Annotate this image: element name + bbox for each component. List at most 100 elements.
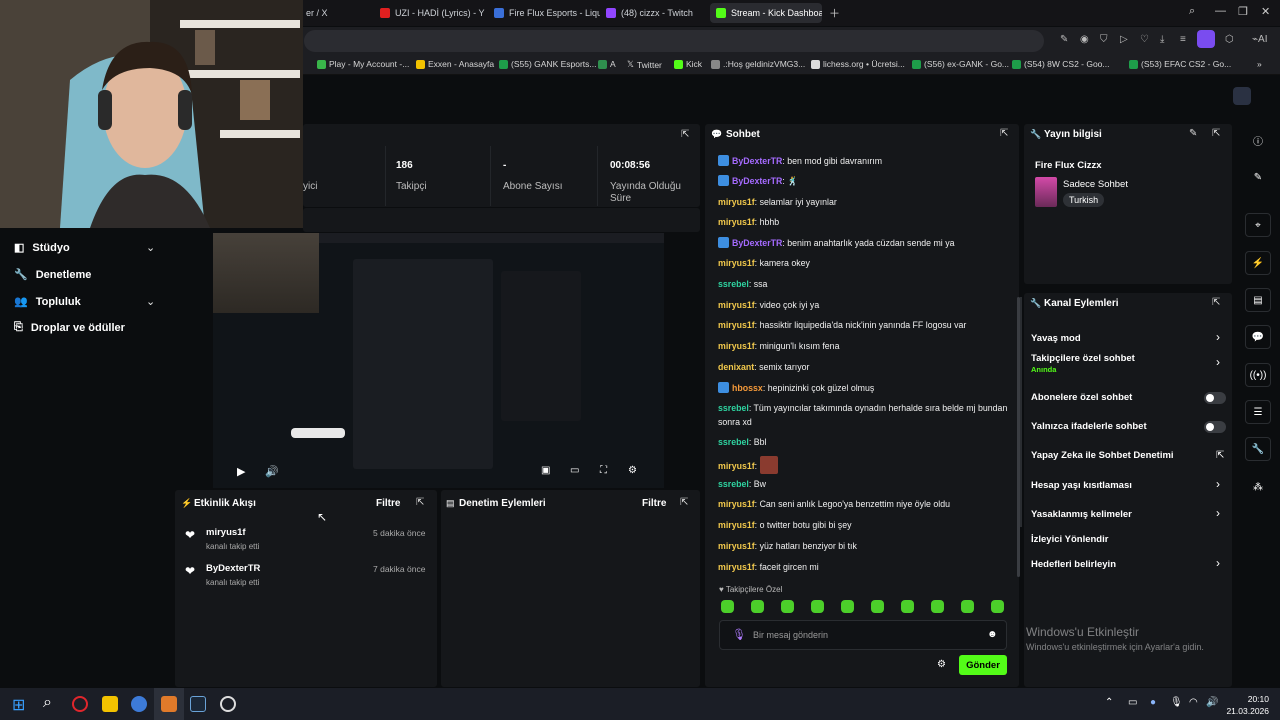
camera-icon[interactable]: ◉ (1080, 34, 1089, 45)
menu-icon[interactable]: ≡ (1180, 34, 1186, 45)
chat-message[interactable]: ByDexterTR: ben mod gibi davranırım (718, 154, 1013, 168)
play-icon[interactable]: ▶ (237, 465, 245, 478)
wifi-icon[interactable]: ◠ (1189, 697, 1198, 708)
profile-icon[interactable] (1197, 30, 1215, 48)
chat-message[interactable]: hbossx: hepinizinki çok güzel olmuş (718, 381, 1013, 395)
chevron-right-icon[interactable]: › (1216, 355, 1220, 369)
chat-input-placeholder[interactable]: Bir mesaj gönderin (753, 630, 828, 640)
chevron-up-icon[interactable]: ⌃ (1105, 697, 1113, 708)
bookmark[interactable]: lichess.org • Ücretsi... (811, 59, 905, 69)
channel-action-label[interactable]: Takipçilere özel sohbet (1031, 353, 1135, 364)
chat-username[interactable]: miryus1f (718, 300, 755, 310)
chat-message[interactable]: miryus1f: minigun'lı kısım fena (718, 339, 1013, 353)
speaker-icon[interactable]: 🔊 (1206, 697, 1218, 708)
edit-icon[interactable]: ✎ (1060, 34, 1068, 45)
chevron-right-icon[interactable]: › (1216, 506, 1220, 520)
volume-icon[interactable]: 🔊 (265, 465, 279, 478)
chevron-right-icon[interactable]: › (1216, 556, 1220, 570)
chat-username[interactable]: miryus1f (718, 217, 755, 227)
emote-button[interactable] (901, 600, 914, 613)
emote-button[interactable] (751, 600, 764, 613)
bookmark[interactable]: Exxen - Anasayfa (416, 59, 494, 69)
event-user[interactable]: ByDexterTR (206, 563, 260, 574)
chat-message[interactable]: denixant: semix tarıyor (718, 360, 1013, 374)
microphone-icon[interactable]: 🎙 (1170, 697, 1183, 708)
chat-username[interactable]: denixant (718, 362, 754, 372)
broadcast-icon[interactable]: ((•)) (1245, 363, 1271, 387)
chat-username[interactable]: ssrebel (718, 279, 749, 289)
channel-action-label[interactable]: Yasaklanmış kelimeler (1031, 509, 1132, 520)
layers-icon[interactable]: ☰ (1245, 400, 1271, 424)
chat-username[interactable]: miryus1f (718, 341, 755, 351)
settings-icon[interactable]: ⚙ (628, 465, 637, 476)
chat-message[interactable]: miryus1f: Can seni anlık Legoo'ya benzet… (718, 497, 1013, 511)
url-field[interactable] (304, 30, 1044, 52)
chat-username[interactable]: ssrebel (718, 479, 749, 489)
bookmark[interactable]: A (598, 59, 616, 69)
chat-message[interactable]: miryus1f: o twitter botu gibi bi şey (718, 518, 1013, 532)
chat-settings-icon[interactable]: ⚙ (937, 659, 946, 670)
chat-message[interactable]: ssrebel: Bbl (718, 435, 1013, 449)
toggle-switch[interactable] (1204, 392, 1226, 404)
expand-icon[interactable]: ⇱ (681, 129, 689, 140)
browser-tab[interactable]: (48) cizzx - Twitch (600, 3, 710, 23)
search-tabs-icon[interactable]: ⌕ (1189, 5, 1195, 18)
chat-username[interactable]: ssrebel (718, 403, 749, 413)
chat-username[interactable]: miryus1f (718, 541, 755, 551)
channel-action-label[interactable]: Hedefleri belirleyin (1031, 559, 1116, 570)
sidebar-item-community[interactable]: 👥 Topluluk (14, 295, 81, 309)
chat-username[interactable]: ByDexterTR (732, 238, 782, 248)
clock-time[interactable]: 20:10 (1229, 694, 1269, 704)
ai-icon[interactable]: ⌁AI (1252, 34, 1267, 45)
browser-tab[interactable]: Fire Flux Esports - Liquipe (488, 3, 600, 23)
edit-icon[interactable]: ✎ (1189, 128, 1197, 139)
bookmark[interactable]: (S54) 8W CS2 - Goo... (1012, 59, 1110, 69)
filter-button[interactable]: Filtre (642, 498, 666, 509)
pencil-icon[interactable]: ✎ (1245, 165, 1271, 189)
clock-date[interactable]: 21.03.2026 (1225, 706, 1269, 716)
close-icon[interactable]: ✕ (1261, 5, 1270, 18)
steam-icon[interactable] (190, 696, 206, 712)
target-icon[interactable]: ⌖ (1245, 213, 1271, 237)
maximize-icon[interactable]: ❐ (1238, 5, 1248, 18)
heart-icon[interactable]: ♡ (1140, 34, 1149, 45)
bookmark[interactable]: Kick (674, 59, 702, 69)
channel-action-label[interactable]: Yapay Zeka ile Sohbet Denetimi (1031, 450, 1174, 461)
emote-button[interactable] (871, 600, 884, 613)
emote-button[interactable] (781, 600, 794, 613)
emote-button[interactable] (931, 600, 944, 613)
chat-message[interactable]: ByDexterTR: 🕺 (718, 174, 1013, 188)
obs-icon[interactable] (220, 696, 236, 712)
chat-message[interactable]: ssrebel: Tüm yayıncılar takımında oynadı… (718, 401, 1013, 429)
external-link-icon[interactable]: ⇱ (1216, 450, 1224, 461)
search-icon[interactable]: ⌕ (43, 694, 52, 712)
extensions-icon[interactable]: ⬡ (1225, 34, 1234, 45)
streamlabs-icon[interactable] (161, 696, 177, 712)
app-icon[interactable] (131, 696, 147, 712)
chat-username[interactable]: miryus1f (718, 197, 755, 207)
wrench-icon[interactable]: 🔧 (1245, 437, 1271, 461)
chevron-down-icon[interactable]: ⌄ (146, 241, 155, 254)
emote-button[interactable] (721, 600, 734, 613)
chat-message[interactable]: miryus1f: (718, 456, 1013, 474)
stream-preview[interactable]: ▶ 🔊 ▣ ▭ ⛶ ⚙ (213, 233, 664, 488)
channel-action-label[interactable]: Yavaş mod (1031, 333, 1081, 344)
expand-icon[interactable]: ⇱ (416, 497, 424, 508)
pip-icon[interactable]: ▣ (541, 465, 550, 476)
chat-message[interactable]: ssrebel: Bw (718, 477, 1013, 491)
chat-username[interactable]: miryus1f (718, 499, 755, 509)
info-icon[interactable]: ⓘ (1245, 128, 1271, 152)
emoji-icon[interactable]: ☻ (987, 629, 998, 640)
chat-username[interactable]: hbossx (732, 383, 763, 393)
chat-message[interactable]: miryus1f: hassiktir liquipedia'da nick'i… (718, 318, 1013, 332)
sidebar-item-moderation[interactable]: 🔧 Denetleme (14, 268, 91, 282)
chat-message[interactable]: miryus1f: yüz hatları benziyor bi tık (718, 539, 1013, 553)
tray-app-icon[interactable]: ● (1150, 697, 1156, 708)
sidebar-item-studio[interactable]: ◧ Stüdyo (14, 241, 70, 255)
chat-username[interactable]: miryus1f (718, 461, 755, 471)
chat-input-box[interactable]: 🎙 Bir mesaj gönderin ☻ (719, 620, 1007, 650)
download-icon[interactable]: ⤓ (1160, 34, 1164, 45)
toggle-switch[interactable] (1204, 421, 1226, 433)
chevron-right-icon[interactable]: › (1216, 330, 1220, 344)
sidebar-item-drops[interactable]: ⎘ Droplar ve ödüller (14, 321, 125, 334)
